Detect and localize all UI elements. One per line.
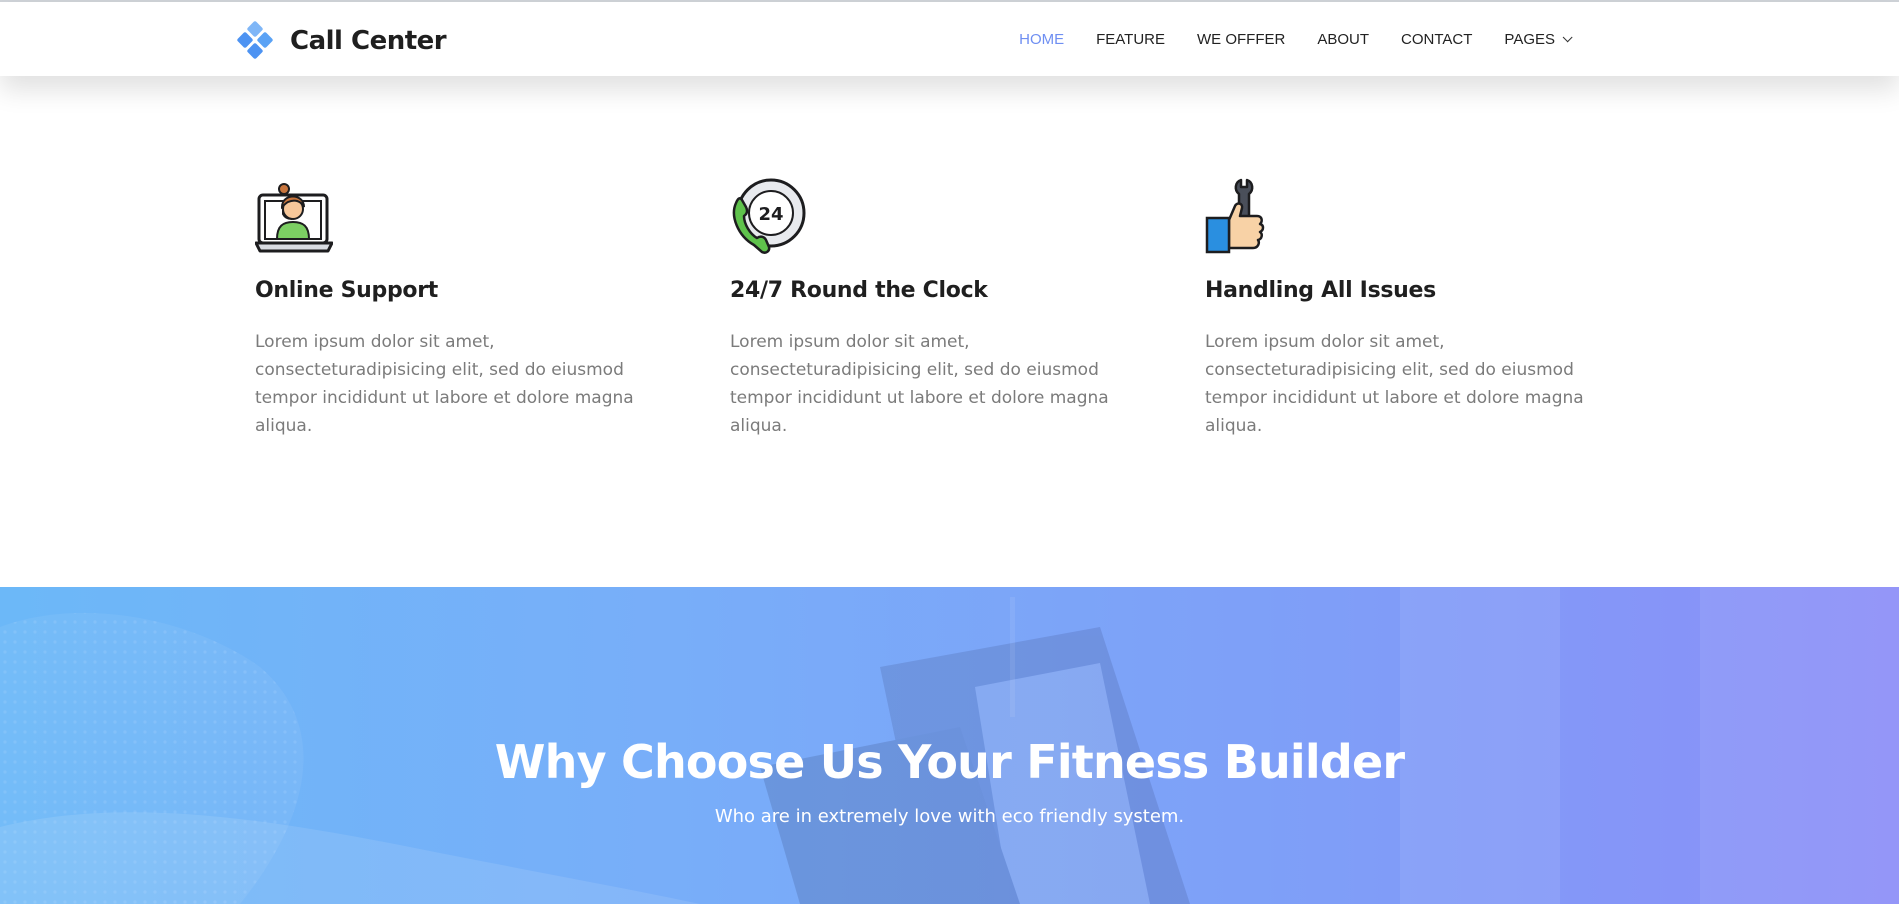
feature-title: Online Support bbox=[255, 278, 438, 303]
thumbs-up-wrench-icon bbox=[1205, 178, 1265, 254]
chevron-down-icon bbox=[1562, 31, 1573, 42]
site-header: Call Center HOME FEATURE WE OFFFER ABOUT… bbox=[0, 2, 1899, 76]
main-nav: HOME FEATURE WE OFFFER ABOUT CONTACT PAG… bbox=[987, 2, 1573, 76]
nav-contact[interactable]: CONTACT bbox=[1401, 31, 1472, 48]
brand[interactable]: Call Center bbox=[236, 21, 447, 61]
banner-subtitle: Who are in extremely love with eco frien… bbox=[714, 806, 1185, 827]
feature-text: Lorem ipsum dolor sit amet, consectetura… bbox=[255, 332, 634, 436]
nav-pages[interactable]: PAGES bbox=[1504, 30, 1573, 48]
feature-text: Lorem ipsum dolor sit amet, consectetura… bbox=[730, 332, 1109, 436]
feature-card: Online Support Lorem ipsum dolor sit ame… bbox=[255, 178, 675, 440]
features-section: Online Support Lorem ipsum dolor sit ame… bbox=[255, 178, 1675, 436]
feature-card: Handling All Issues Lorem ipsum dolor si… bbox=[1205, 178, 1625, 440]
feature-card: 24 24/7 Round the Clock Lorem ipsum dolo… bbox=[730, 178, 1150, 440]
nav-feature[interactable]: FEATURE bbox=[1096, 31, 1165, 48]
nav-we-offer[interactable]: WE OFFFER bbox=[1197, 31, 1285, 48]
nav-pages-label: PAGES bbox=[1504, 30, 1555, 48]
nav-home[interactable]: HOME bbox=[1019, 31, 1064, 48]
banner-title: Why Choose Us Your Fitness Builder bbox=[494, 735, 1405, 789]
why-choose-us-banner: Why Choose Us Your Fitness Builder Who a… bbox=[0, 587, 1899, 904]
brand-name: Call Center bbox=[290, 26, 447, 56]
online-support-agent-icon bbox=[255, 183, 333, 253]
feature-title: Handling All Issues bbox=[1205, 278, 1436, 303]
feature-title: 24/7 Round the Clock bbox=[730, 278, 988, 303]
svg-text:24: 24 bbox=[758, 204, 783, 225]
diamond-cluster-icon bbox=[237, 21, 273, 59]
feature-text: Lorem ipsum dolor sit amet, consectetura… bbox=[1205, 332, 1584, 436]
nav-about[interactable]: ABOUT bbox=[1317, 31, 1369, 48]
phone-24-hours-icon: 24 bbox=[732, 178, 806, 254]
